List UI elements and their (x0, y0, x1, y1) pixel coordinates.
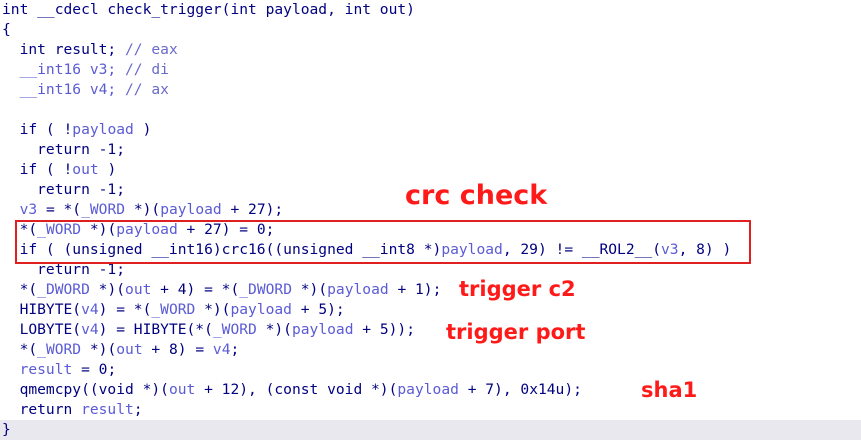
code-token: *( (2, 341, 38, 358)
code-identifier: out (168, 381, 196, 398)
code-token: if ( ! (2, 121, 73, 138)
code-line[interactable]: return -1; (2, 180, 125, 200)
code-token: ; (133, 401, 143, 418)
annotation-trigger-port: trigger port (446, 320, 586, 344)
code-token: + 4) = *( (151, 281, 240, 298)
code-token: *( (2, 281, 38, 298)
code-token: LOBYTE( (2, 321, 82, 338)
code-line[interactable]: v3 = *(_WORD *)(payload + 27); (2, 200, 284, 220)
code-line[interactable]: result = 0; (2, 360, 117, 380)
code-token: + 5)); (353, 321, 416, 338)
code-line[interactable]: qmemcpy((void *)(out + 12), (const void … (2, 380, 582, 400)
code-identifier: _WORD (212, 321, 257, 338)
code-identifier: v4 (81, 321, 99, 338)
code-line[interactable]: *(_DWORD *)(out + 4) = *(_DWORD *)(paylo… (2, 280, 442, 300)
code-identifier: _WORD (37, 341, 82, 358)
code-comment: // di (125, 61, 169, 78)
code-identifier: result (81, 401, 134, 418)
code-token: return -1; (2, 181, 126, 198)
code-token: } (2, 421, 11, 438)
code-identifier: out (72, 161, 99, 178)
code-identifier: _DWORD (37, 281, 90, 298)
code-identifier: _DWORD (239, 281, 292, 298)
code-token: = *( (37, 201, 82, 218)
code-line[interactable]: int result; // eax (2, 40, 178, 60)
code-line[interactable]: return -1; (2, 140, 125, 160)
code-identifier: v3 (19, 201, 38, 218)
code-token: + 12), (const void *)( (195, 381, 398, 398)
code-identifier: payload (72, 121, 134, 138)
code-identifier: payload (291, 321, 354, 338)
code-identifier: __int16 v4; (2, 81, 126, 98)
code-token: + 1); (388, 281, 442, 298)
code-token: ) (133, 121, 152, 138)
code-line[interactable]: LOBYTE(v4) = HIBYTE(*(_WORD *)(payload +… (2, 320, 415, 340)
code-line[interactable]: *(_WORD *)(out + 8) = v4; (2, 340, 240, 360)
code-line[interactable]: if ( !out ) (2, 160, 117, 180)
code-token: *)( (125, 201, 161, 218)
code-comment: // eax (125, 41, 178, 58)
code-token: *)( (195, 301, 231, 318)
code-token: *)( (256, 321, 292, 338)
code-identifier: v4 (81, 301, 99, 318)
code-token: + 5); (291, 301, 345, 318)
code-identifier: payload (327, 281, 389, 298)
code-token: return (2, 401, 82, 418)
code-token: qmemcpy((void *)( (2, 381, 169, 398)
code-identifier: _WORD (151, 301, 196, 318)
code-identifier: out (116, 341, 143, 358)
code-token: + 7), 0x14u); (458, 381, 582, 398)
code-line[interactable]: __int16 v3; // di (2, 60, 169, 80)
code-token: + 27); (221, 201, 284, 218)
annotation-sha1: sha1 (641, 378, 698, 402)
code-line[interactable]: } (2, 420, 11, 440)
annotation-trigger-c2: trigger c2 (459, 277, 576, 301)
code-line[interactable]: HIBYTE(v4) = *(_WORD *)(payload + 5); (2, 300, 345, 320)
code-identifier: result (19, 361, 73, 378)
code-token: *)( (291, 281, 328, 298)
code-line[interactable]: { (2, 20, 11, 40)
code-identifier: payload (397, 381, 459, 398)
crc-check-highlight-box (15, 220, 751, 264)
code-identifier: payload (230, 301, 292, 318)
code-token: int __cdecl check_trigger(int payload, i… (2, 1, 415, 18)
code-token: ) (98, 161, 117, 178)
code-token: HIBYTE( (2, 301, 82, 318)
code-identifier: out (125, 281, 152, 298)
annotation-crc-check: crc check (405, 180, 548, 211)
code-identifier: __int16 v3; (2, 61, 126, 78)
code-identifier: payload (160, 201, 222, 218)
code-token: *)( (81, 341, 117, 358)
code-token: ) = HIBYTE(*( (98, 321, 213, 338)
code-identifier: _WORD (81, 201, 126, 218)
code-identifier: v4 (212, 341, 231, 358)
code-line[interactable]: if ( !payload ) (2, 120, 152, 140)
code-token: if ( ! (2, 161, 73, 178)
code-token: int result; (2, 41, 126, 58)
code-token: ; (230, 341, 240, 358)
code-line[interactable]: return result; (2, 400, 143, 420)
code-token: + 8) = (142, 341, 213, 358)
code-token: return -1; (2, 141, 126, 158)
code-comment: // ax (125, 81, 169, 98)
code-token: = 0; (72, 361, 117, 378)
code-line[interactable]: __int16 v4; // ax (2, 80, 169, 100)
code-token: ) = *( (98, 301, 152, 318)
code-token: { (2, 21, 11, 38)
code-line[interactable]: int __cdecl check_trigger(int payload, i… (2, 0, 415, 20)
code-token: *)( (89, 281, 126, 298)
